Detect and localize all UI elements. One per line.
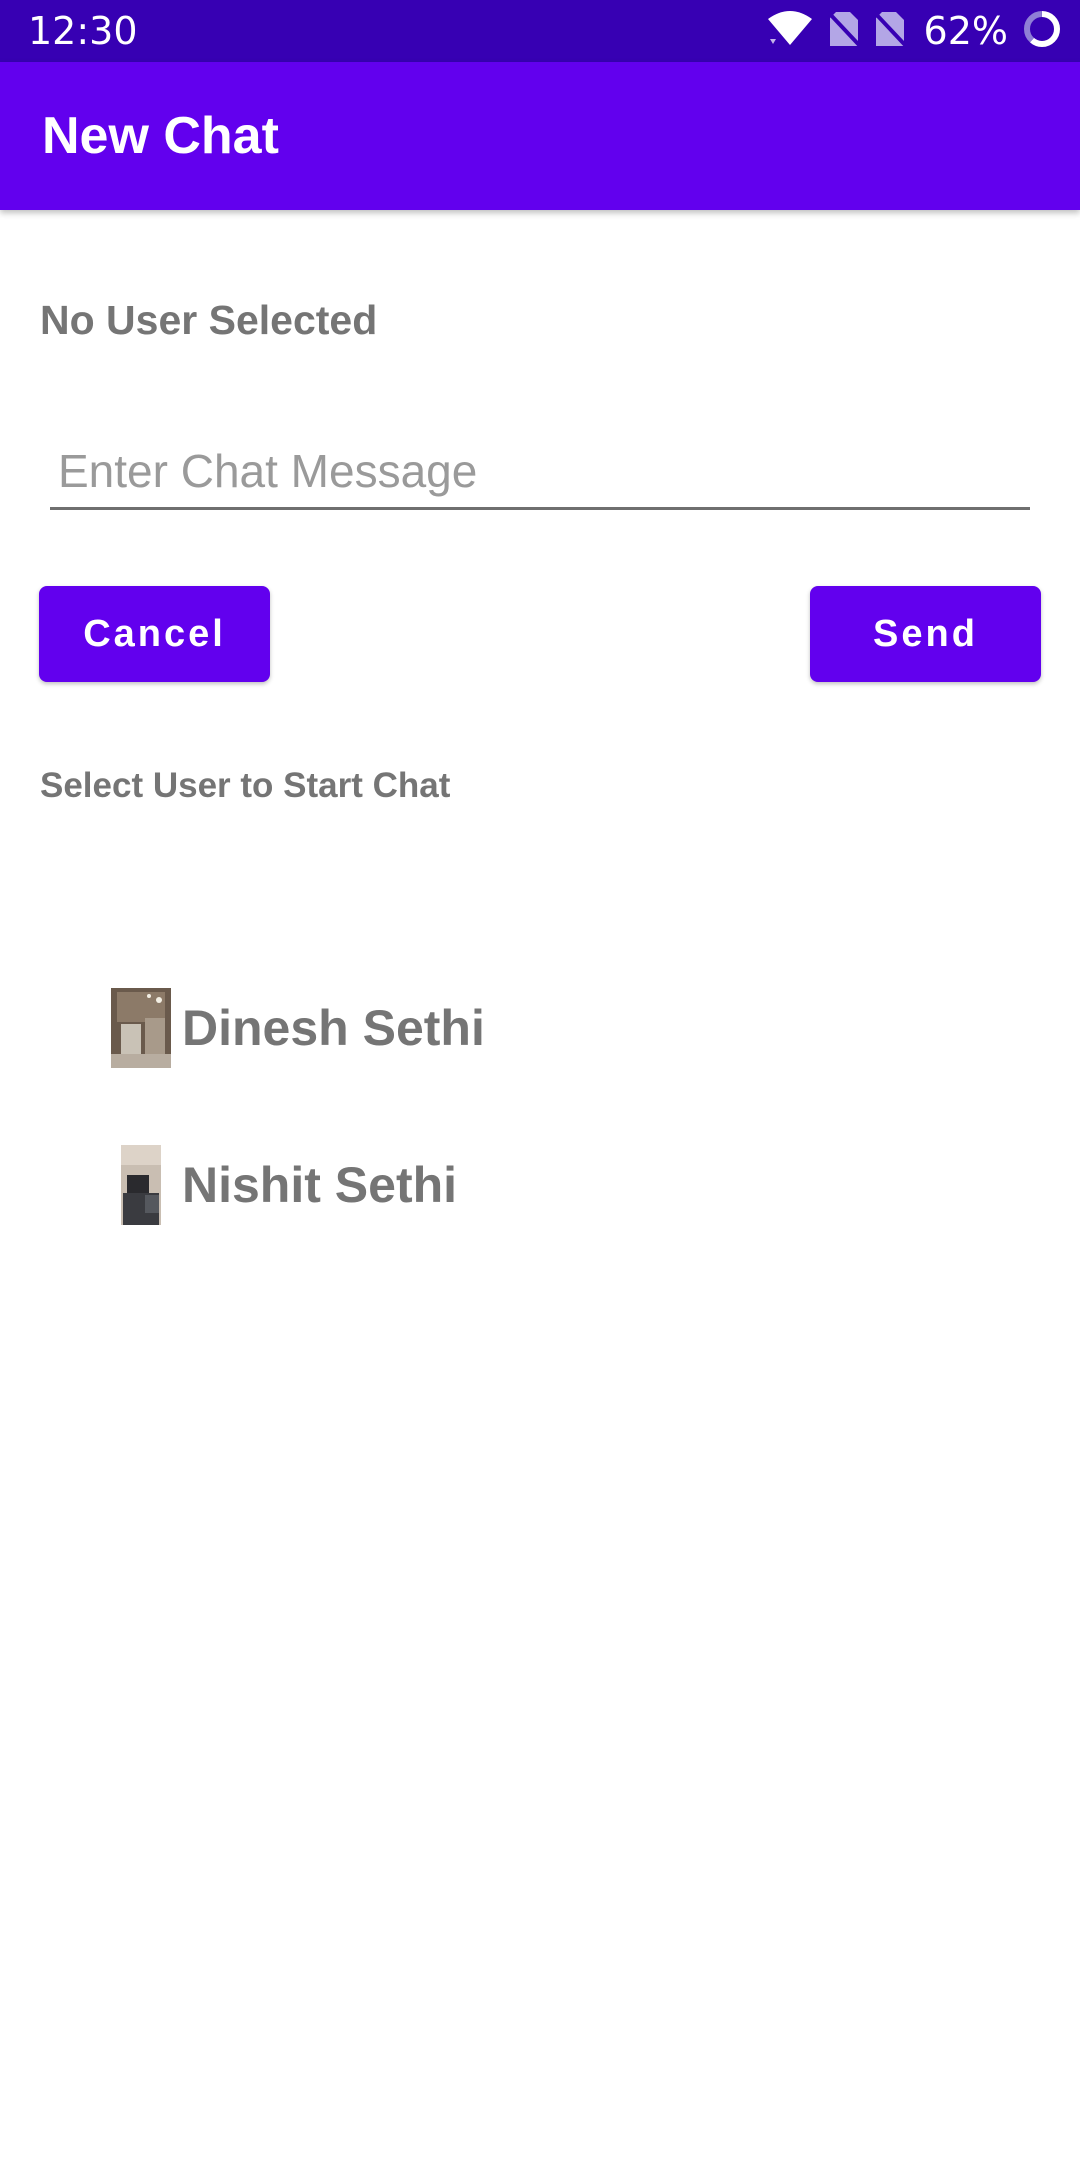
status-bar: 12:30 62%: [0, 0, 1080, 62]
no-sim-icon: [872, 10, 907, 53]
chat-message-input[interactable]: [50, 440, 1030, 510]
battery-circle-icon: [1022, 9, 1062, 54]
user-list-item-nishit[interactable]: Nishit Sethi: [110, 1145, 457, 1225]
battery-percentage: 62%: [923, 9, 1008, 53]
page-title: New Chat: [42, 107, 279, 165]
user-name: Nishit Sethi: [182, 1157, 458, 1213]
cancel-button[interactable]: Cancel: [39, 586, 270, 682]
user-name: Dinesh Sethi: [182, 1000, 485, 1056]
send-button[interactable]: Send: [810, 586, 1041, 682]
select-user-heading: Select User to Start Chat: [40, 766, 451, 805]
wifi-icon: [766, 9, 814, 54]
no-sim-icon: [826, 10, 861, 53]
status-time: 12:30: [28, 9, 138, 53]
user-list-item-dinesh[interactable]: Dinesh Sethi: [110, 988, 485, 1068]
avatar: [110, 988, 172, 1068]
status-icons: 62%: [752, 8, 1062, 54]
avatar: [110, 1145, 172, 1225]
selected-user-label: No User Selected: [40, 297, 378, 343]
app-bar: New Chat: [0, 62, 1080, 210]
